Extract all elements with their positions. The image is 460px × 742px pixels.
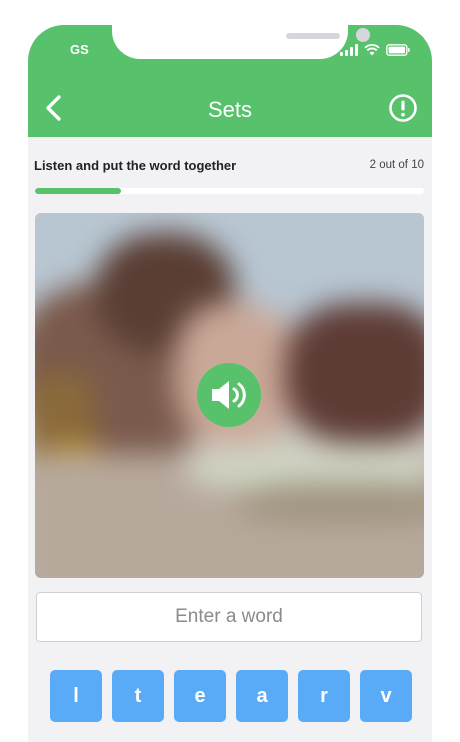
play-audio-button[interactable] bbox=[197, 363, 261, 427]
page-title: Sets bbox=[207, 97, 253, 122]
phone-screen: GS Sets Listen and put the word together… bbox=[28, 25, 432, 742]
exercise-image bbox=[35, 213, 424, 578]
letter-tile[interactable]: r bbox=[298, 670, 350, 722]
letter-tile[interactable]: a bbox=[236, 670, 288, 722]
progress-bar bbox=[35, 188, 424, 194]
exclamation-circle-icon bbox=[389, 94, 417, 122]
signal-icon bbox=[340, 44, 358, 56]
letter-tiles: l t e a r v bbox=[50, 670, 412, 722]
notch-camera bbox=[356, 28, 370, 42]
app-header: GS Sets bbox=[28, 25, 432, 137]
notch-speaker bbox=[286, 33, 340, 39]
carrier-label: GS bbox=[70, 42, 89, 57]
battery-icon bbox=[386, 44, 410, 56]
wifi-icon bbox=[364, 44, 380, 56]
letter-tile[interactable]: v bbox=[360, 670, 412, 722]
progress-bar-fill bbox=[35, 188, 121, 194]
speaker-icon bbox=[212, 381, 246, 409]
device-notch bbox=[112, 25, 370, 59]
progress-counter: 2 out of 10 bbox=[369, 159, 424, 171]
letter-tile[interactable]: e bbox=[174, 670, 226, 722]
report-button[interactable] bbox=[388, 93, 418, 123]
answer-input[interactable] bbox=[36, 592, 422, 642]
letter-tile[interactable]: t bbox=[112, 670, 164, 722]
status-icons bbox=[340, 42, 410, 56]
letter-tile[interactable]: l bbox=[50, 670, 102, 722]
exercise-instruction: Listen and put the word together bbox=[34, 158, 237, 173]
